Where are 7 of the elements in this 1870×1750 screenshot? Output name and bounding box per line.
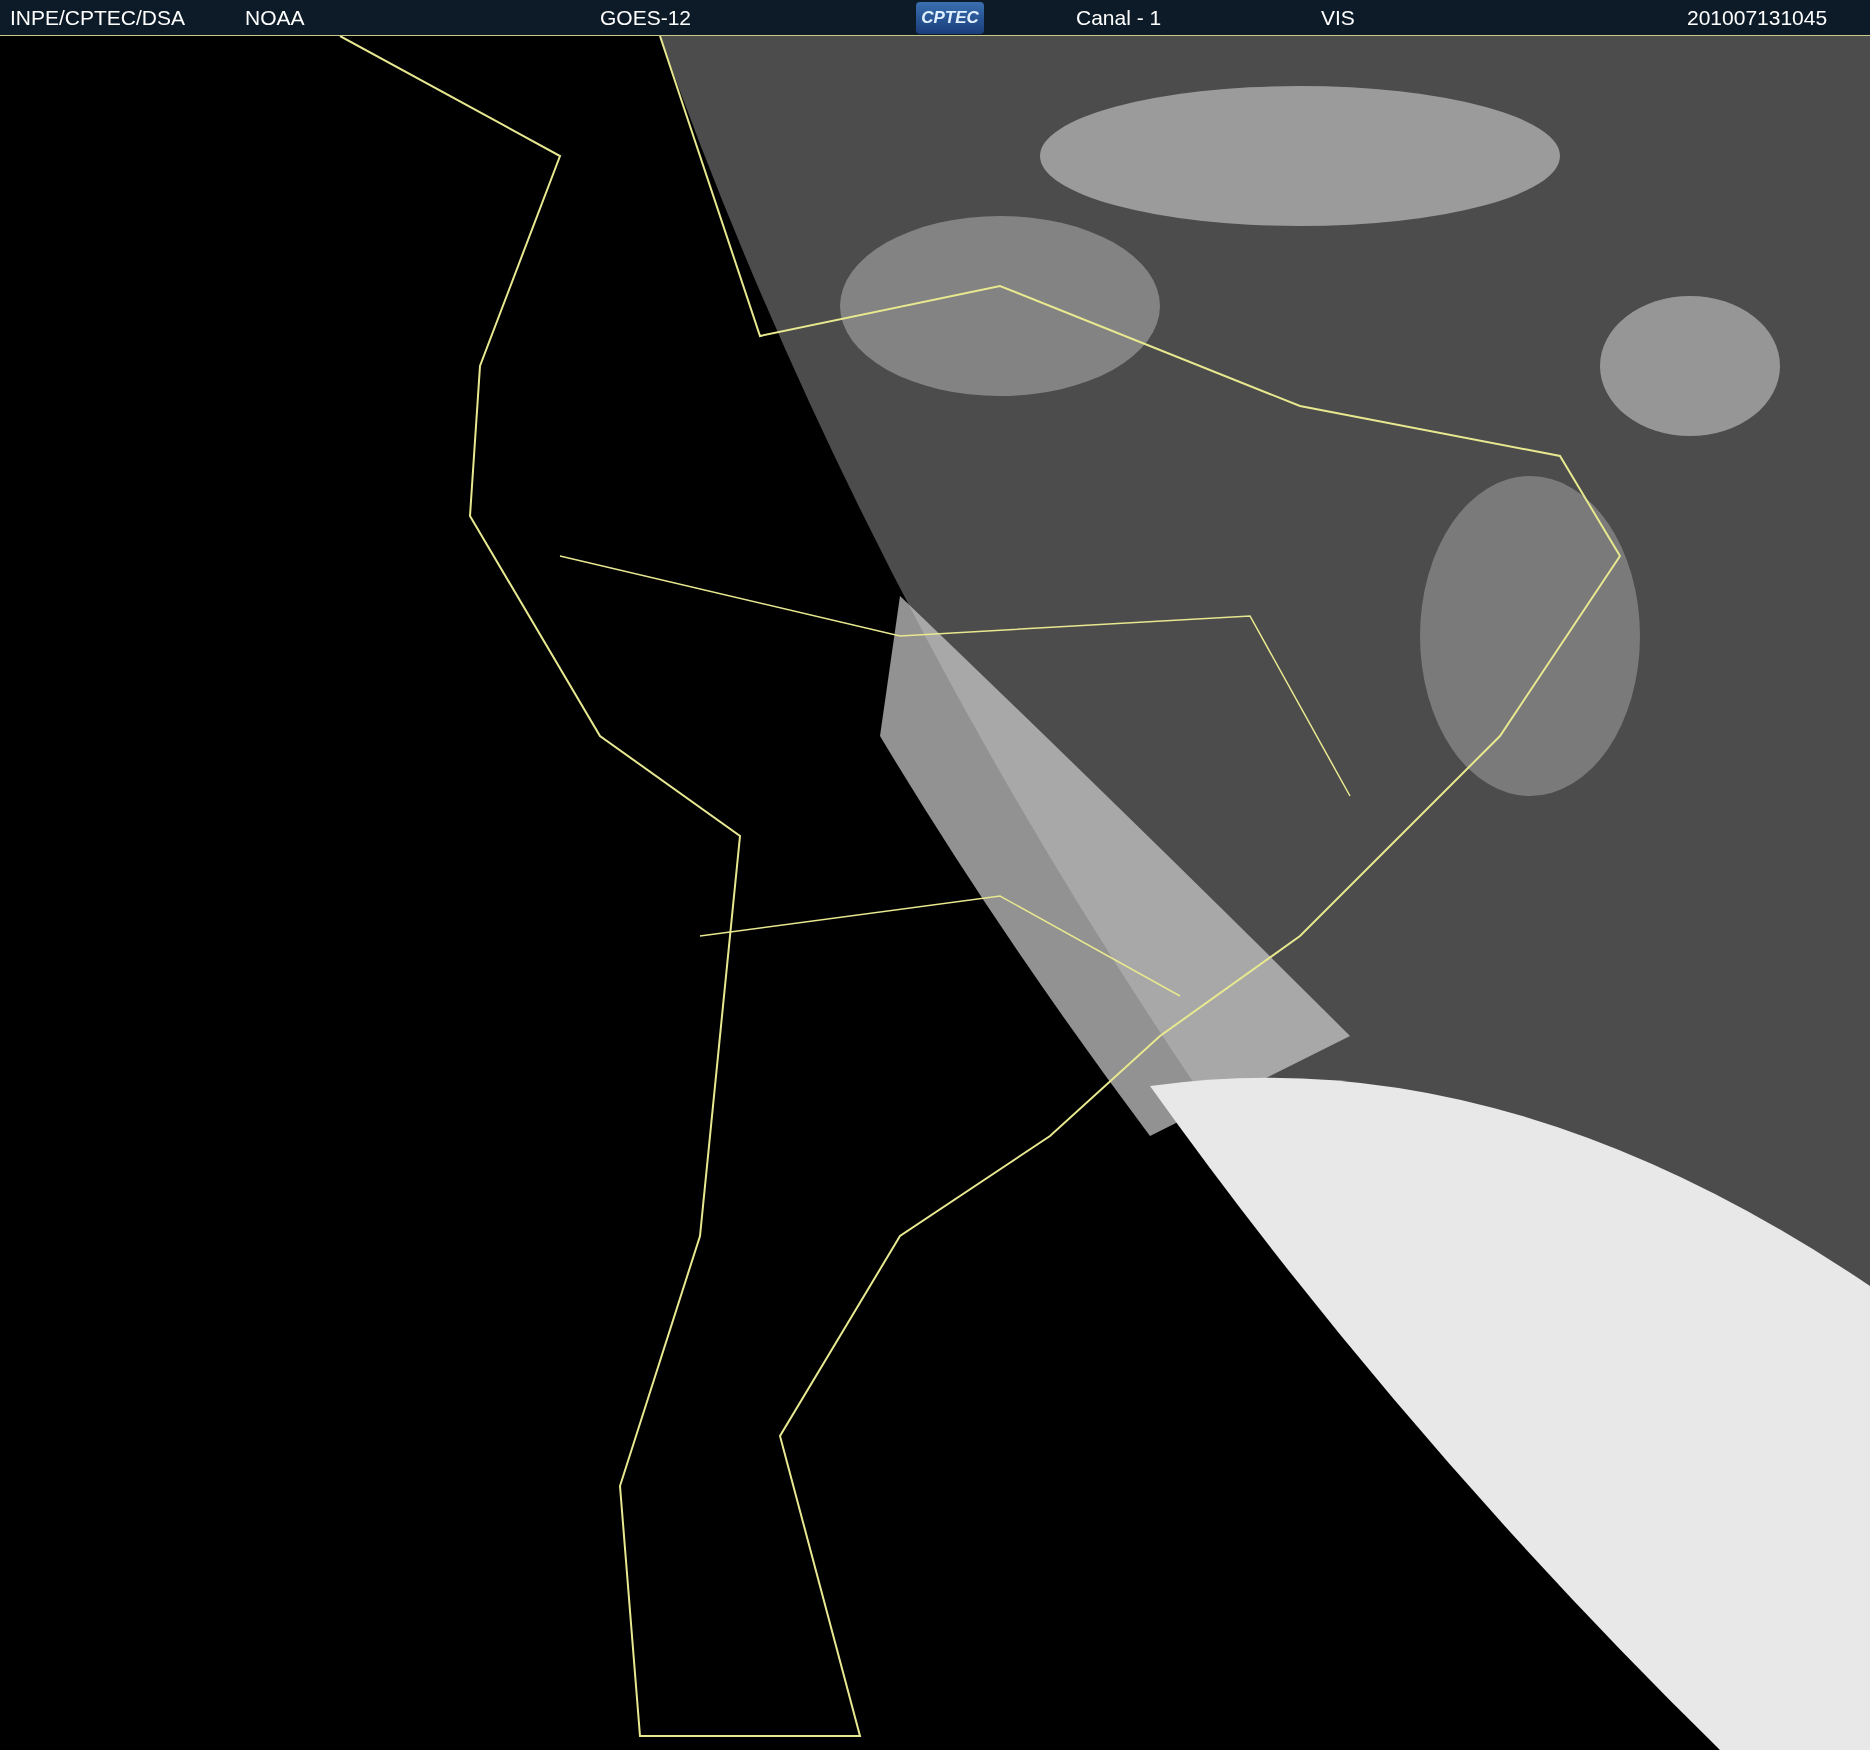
source-label: INPE/CPTEC/DSA (10, 4, 187, 31)
band-label: VIS (1321, 4, 1356, 31)
satellite-label: GOES-12 (600, 4, 693, 31)
agency-label: NOAA (245, 4, 306, 31)
timestamp-label: 201007131045 (1687, 4, 1828, 31)
logo: CPTEC (916, 1, 984, 34)
channel-label: Canal - 1 (1076, 4, 1163, 31)
